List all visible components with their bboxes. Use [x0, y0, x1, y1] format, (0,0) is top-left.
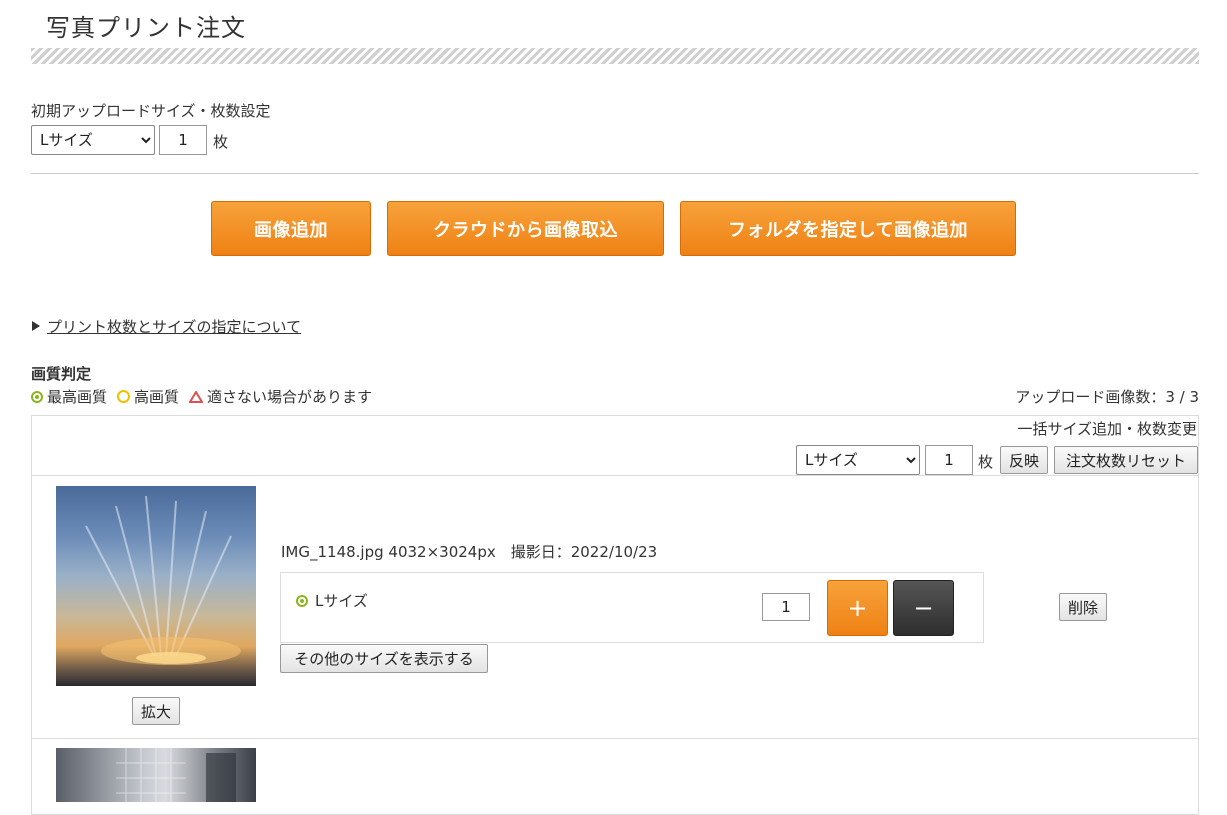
warning-quality-label: 適さない場合があります — [207, 388, 373, 406]
best-quality-icon — [31, 390, 43, 403]
apply-button[interactable]: 反映 — [1000, 446, 1048, 474]
file-info: IMG_1148.jpg 4032×3024px 撮影日：2022/10/23 — [281, 543, 658, 561]
row-divider — [32, 738, 1198, 739]
title-divider — [31, 48, 1199, 64]
photo-thumbnail-sky[interactable] — [56, 486, 256, 686]
row-divider — [32, 475, 1198, 476]
warning-triangle-icon — [189, 390, 204, 403]
sky-clouds-graphic — [85, 495, 241, 665]
initial-quantity-input[interactable] — [159, 125, 207, 155]
photo-thumbnail-building[interactable] — [56, 748, 256, 802]
building-graphic — [116, 748, 236, 802]
initial-settings-label: 初期アップロードサイズ・枚数設定 — [31, 102, 271, 120]
item-quantity-input[interactable] — [762, 593, 810, 621]
divider — [31, 173, 1199, 174]
help-link[interactable]: プリント枚数とサイズの指定について — [47, 316, 301, 337]
bulk-quantity-input[interactable] — [925, 445, 973, 475]
reset-quantity-button[interactable]: 注文枚数リセット — [1054, 446, 1198, 474]
size-row-label: Lサイズ — [296, 590, 368, 611]
size-label: Lサイズ — [315, 592, 368, 610]
quality-legend: 最高画質 高画質 適さない場合があります — [31, 386, 372, 407]
initial-size-select[interactable]: Lサイズ — [31, 125, 155, 155]
upload-count: アップロード画像数：3 / 3 — [1015, 388, 1199, 406]
quality-heading: 画質判定 — [31, 365, 92, 383]
page-title: 写真プリント注文 — [46, 14, 246, 42]
initial-unit-label: 枚 — [213, 133, 229, 151]
best-quality-icon — [296, 594, 308, 607]
folder-add-button[interactable]: フォルダを指定して画像追加 — [680, 201, 1016, 256]
delete-button[interactable]: 削除 — [1059, 593, 1107, 621]
disclosure-triangle-icon[interactable] — [32, 321, 40, 331]
cloud-import-button[interactable]: クラウドから画像取込 — [387, 201, 664, 256]
increment-button[interactable]: + — [827, 580, 888, 636]
bulk-unit-label: 枚 — [978, 453, 994, 471]
show-other-sizes-button[interactable]: その他のサイズを表示する — [280, 644, 488, 673]
high-quality-label: 高画質 — [134, 388, 180, 406]
bulk-label: 一括サイズ追加・枚数変更 — [1017, 420, 1197, 438]
decrement-button[interactable]: − — [893, 580, 954, 636]
add-image-button[interactable]: 画像追加 — [211, 201, 371, 256]
high-quality-icon — [117, 390, 131, 403]
bulk-size-select[interactable]: Lサイズ — [796, 445, 920, 475]
zoom-button[interactable]: 拡大 — [132, 697, 180, 725]
best-quality-label: 最高画質 — [47, 388, 108, 406]
